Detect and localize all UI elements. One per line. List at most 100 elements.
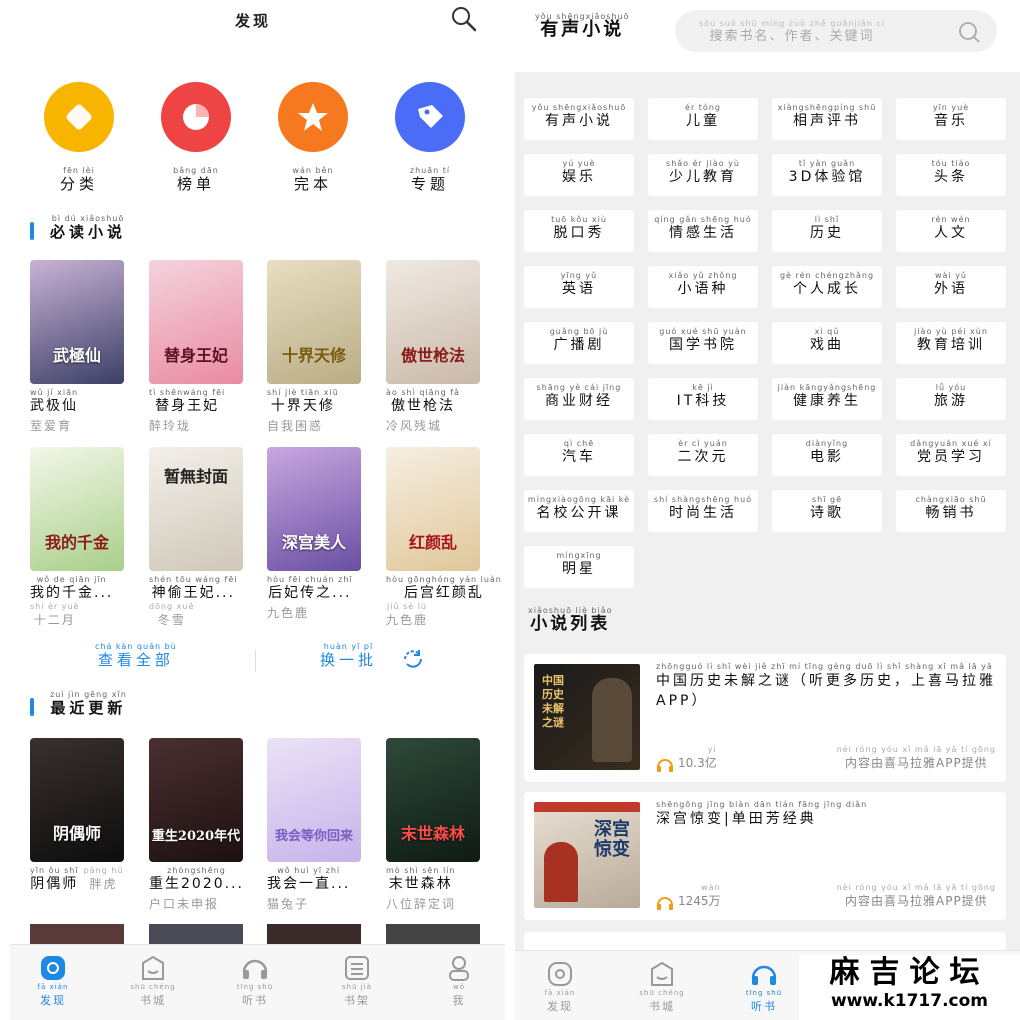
category-topics[interactable]: zhuān tí 专题 bbox=[385, 82, 475, 193]
category-chip[interactable]: ér tóng 儿童 bbox=[648, 98, 758, 140]
category-chip[interactable]: xì qǔ 戏曲 bbox=[772, 322, 882, 364]
category-label: 健康养生 bbox=[793, 393, 861, 409]
category-label: 情感生活 bbox=[669, 225, 737, 241]
profile-icon bbox=[444, 953, 474, 983]
category-chip[interactable]: yǒu shēngxiǎoshuō 有声小说 bbox=[524, 98, 634, 140]
tab-bookstore[interactable]: shū chéng 书城 bbox=[627, 959, 697, 1016]
category-chip[interactable]: xiàngshēngpíng shū 相声评书 bbox=[772, 98, 882, 140]
category-chip[interactable]: guǎng bō jù 广播剧 bbox=[524, 322, 634, 364]
tab-discover[interactable]: fā xiàn 发现 bbox=[525, 959, 595, 1016]
book-cover: 重生2020年代 bbox=[149, 738, 243, 862]
book-cover bbox=[30, 924, 124, 944]
book-card[interactable]: 重生2020年代 zhòngshēng 重生2020... 户口未申报 bbox=[149, 738, 243, 913]
book-cover bbox=[267, 924, 361, 944]
book-card[interactable]: 深宫美人 hòu fēi chuán zhī 后妃传之... 九色鹿 bbox=[267, 447, 361, 622]
tab-audiobooks[interactable]: tīng shū 听书 bbox=[729, 959, 799, 1016]
category-chip[interactable]: jiào yù péi xùn 教育培训 bbox=[896, 322, 1006, 364]
tab-profile[interactable]: wǒ 我 bbox=[424, 953, 494, 1010]
book-card[interactable]: 末世森林 mò shì sēn lín 末世森林 八位辞定词 bbox=[386, 738, 480, 913]
category-chip[interactable]: shī gē 诗歌 bbox=[772, 490, 882, 532]
category-label: 国学书院 bbox=[669, 337, 737, 353]
category-chip[interactable]: jiàn kāngyǎngshēng 健康养生 bbox=[772, 378, 882, 420]
category-chip[interactable]: yīng yǔ 英语 bbox=[524, 266, 634, 308]
category-chip[interactable]: diànyǐng 电影 bbox=[772, 434, 882, 476]
category-chip[interactable]: kē jì IT科技 bbox=[648, 378, 758, 420]
category-chip[interactable]: shí shàngshēng huó 时尚生活 bbox=[648, 490, 758, 532]
book-card[interactable]: 十界天修 shí jiè tiān xiū 十界天修 自我困惑 bbox=[267, 260, 361, 435]
category-chip[interactable]: shǎo ér jiào yù 少儿教育 bbox=[648, 154, 758, 196]
tab-bookshelf[interactable]: shū jià 书架 bbox=[322, 953, 392, 1010]
category-chip[interactable]: tuō kǒu xiù 脱口秀 bbox=[524, 210, 634, 252]
view-all-button[interactable]: chá kàn quán bù 查看全部 bbox=[95, 642, 177, 669]
category-label: 戏曲 bbox=[810, 337, 844, 353]
category-label: 广播剧 bbox=[553, 337, 605, 353]
discover-screen: 发现 fēn lèi分类 bǎng dān榜单 wán běn完本 zhu bbox=[0, 0, 515, 1020]
category-chip[interactable]: qíng gǎn shēng huó 情感生活 bbox=[648, 210, 758, 252]
category-chip[interactable]: lǚ yóu 旅游 bbox=[896, 378, 1006, 420]
category-label: 党员学习 bbox=[917, 449, 985, 465]
book-card[interactable]: 替身王妃 tì shēnwáng fēi 替身王妃 醉玲珑 bbox=[149, 260, 243, 435]
book-cover: 阴偶师 bbox=[30, 738, 124, 862]
book-card[interactable]: 阴偶师 yīn ǒu shī 阴偶师 pàng hǔ 胖虎 bbox=[30, 738, 124, 893]
category-chip[interactable]: qì chē 汽车 bbox=[524, 434, 634, 476]
book-card[interactable]: 傲世枪法 ào shì qiāng fǎ 傲世枪法 冷风残城 bbox=[386, 260, 480, 435]
category-completed[interactable]: wán běn 完本 bbox=[268, 82, 358, 193]
category-chip[interactable]: chàngxiāo shū 畅销书 bbox=[896, 490, 1006, 532]
search-input[interactable]: sōu suǒ shū míng zuò zhě guānjiàn cí 搜索书名… bbox=[675, 10, 997, 52]
category-chip[interactable]: tǐ yàn guǎn 3D体验馆 bbox=[772, 154, 882, 196]
headphones-icon bbox=[749, 959, 779, 989]
category-label: 诗歌 bbox=[810, 505, 844, 521]
category-chip[interactable]: rén wén 人文 bbox=[896, 210, 1006, 252]
category-label: 名校公开课 bbox=[536, 505, 622, 521]
section-accent-bar bbox=[30, 698, 34, 716]
category-chip[interactable]: míngxiàogōng kāi kè 名校公开课 bbox=[524, 490, 634, 532]
book-card[interactable]: 我会等你回来 wǒ huì yī zhí 我会一直... 猫兔子 bbox=[267, 738, 361, 913]
category-chip[interactable]: lì shǐ 历史 bbox=[772, 210, 882, 252]
category-chip[interactable]: gè rén chéngzhǎng 个人成长 bbox=[772, 266, 882, 308]
book-card[interactable]: 红颜乱 hòu gōnghóng yán luàn 后宫红颜乱 jiǔ sè lù… bbox=[386, 447, 501, 629]
category-label: 二次元 bbox=[677, 449, 729, 465]
category-label: 有声小说 bbox=[545, 113, 613, 129]
category-label: 音乐 bbox=[934, 113, 968, 129]
category-chip[interactable]: yú yuè 娱乐 bbox=[524, 154, 634, 196]
item-thumbnail: 深宫惊变 bbox=[534, 802, 640, 908]
category-label: 畅销书 bbox=[925, 505, 977, 521]
list-item[interactable] bbox=[524, 932, 1006, 952]
search-icon[interactable] bbox=[957, 20, 981, 44]
category-label: 明星 bbox=[562, 561, 596, 577]
category-label: 电影 bbox=[810, 449, 844, 465]
book-card[interactable]: 武極仙 wǔ jí xiān 武极仙 荎爱育 bbox=[30, 260, 124, 435]
category-chip[interactable]: shāng yè cái jīng 商业财经 bbox=[524, 378, 634, 420]
category-classify[interactable]: fēn lèi 分类 bbox=[34, 82, 124, 193]
tab-audiobooks[interactable]: tīng shū 听书 bbox=[220, 953, 290, 1010]
book-cover bbox=[386, 924, 480, 944]
category-chip[interactable]: dǎngyuán xué xí 党员学习 bbox=[896, 434, 1006, 476]
search-icon[interactable] bbox=[450, 5, 478, 33]
book-cover: 我会等你回来 bbox=[267, 738, 361, 862]
list-item[interactable]: 中国历史未解之谜 zhōngguó lì shǐ wèi jiě zhī mí … bbox=[524, 654, 1006, 782]
category-ranking[interactable]: bǎng dān 榜单 bbox=[151, 82, 241, 193]
category-chip[interactable]: èr cì yuán 二次元 bbox=[648, 434, 758, 476]
headphones-icon bbox=[657, 759, 673, 772]
book-cover: 红颜乱 bbox=[386, 447, 480, 571]
category-chip[interactable]: yīn yuè 音乐 bbox=[896, 98, 1006, 140]
book-card[interactable]: 暂無封面 shén tōu wáng fēi 神偷王妃... dōng xuě 冬雪 bbox=[149, 447, 243, 629]
category-chip[interactable]: míngxīng 明星 bbox=[524, 546, 634, 588]
category-label: 3D体验馆 bbox=[788, 169, 866, 185]
bookstore-icon bbox=[138, 953, 168, 983]
category-chip[interactable]: xiǎo yǔ zhǒng 小语种 bbox=[648, 266, 758, 308]
tab-discover[interactable]: fā xiàn 发现 bbox=[18, 953, 88, 1010]
category-label: 人文 bbox=[934, 225, 968, 241]
refresh-icon[interactable] bbox=[400, 646, 426, 672]
category-chip[interactable]: guó xué shū yuàn 国学书院 bbox=[648, 322, 758, 364]
category-chip[interactable]: wài yǔ 外语 bbox=[896, 266, 1006, 308]
category-label: 教育培训 bbox=[917, 337, 985, 353]
bookshelf-icon bbox=[342, 953, 372, 983]
category-label: 商业财经 bbox=[545, 393, 613, 409]
book-card[interactable]: 我的千金 wǒ de qiān jīn 我的千金... shí èr yuè 十二月 bbox=[30, 447, 124, 629]
refresh-button[interactable]: huàn yī pī 换一批 bbox=[320, 642, 377, 669]
category-chip[interactable]: tóu tiáo 头条 bbox=[896, 154, 1006, 196]
list-item[interactable]: 深宫惊变 shēngōng jīng biàn dān tián fāng jī… bbox=[524, 792, 1006, 920]
tab-bookstore[interactable]: shū chéng 书城 bbox=[118, 953, 188, 1010]
book-cover: 十界天修 bbox=[267, 260, 361, 384]
